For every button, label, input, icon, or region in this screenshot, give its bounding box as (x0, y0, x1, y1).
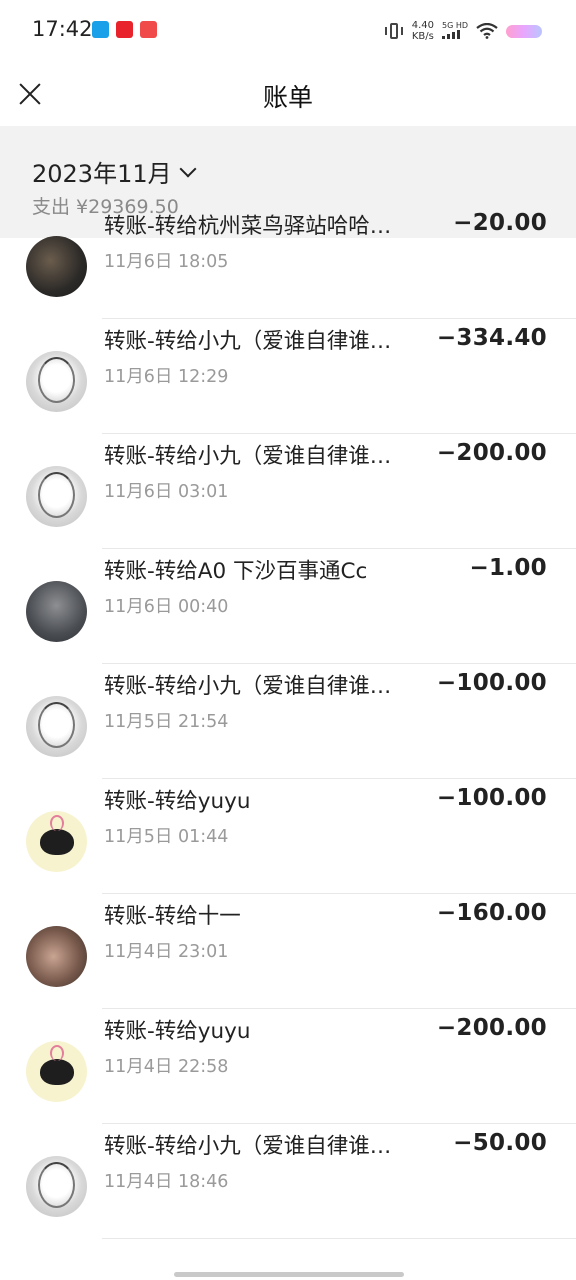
transaction-name: 转账-转给A0 下沙百事通Cc (104, 559, 368, 584)
transaction-date: 11月6日 03:01 (104, 482, 229, 502)
avatar (26, 1041, 87, 1102)
avatar (26, 1156, 87, 1217)
transaction-row[interactable]: 转账-转给yuyu 11月4日 22:58 −200.00 (0, 1009, 576, 1124)
app-notification-icon (140, 21, 157, 38)
avatar (26, 466, 87, 527)
transaction-list: 转账-转给杭州菜鸟驿站哈哈… 11月6日 18:05 −20.00 转账-转给小九（爱… (0, 210, 576, 1239)
transaction-row[interactable]: 转账-转给A0 下沙百事通Cc 11月6日 00:40 −1.00 (0, 549, 576, 664)
transaction-date: 11月6日 18:05 (104, 252, 229, 272)
transaction-date: 11月4日 22:58 (104, 1057, 229, 1077)
top-bar: 账单 (0, 60, 576, 126)
transaction-row[interactable]: 转账-转给小九（爱谁自律谁… 11月6日 03:01 −200.00 (0, 434, 576, 549)
transaction-row[interactable]: 转账-转给小九（爱谁自律谁… 11月6日 12:29 −334.40 (0, 319, 576, 434)
chevron-down-icon (179, 160, 197, 177)
transaction-date: 11月4日 18:46 (104, 1172, 229, 1192)
page-title: 账单 (262, 83, 313, 112)
transaction-row[interactable]: 转账-转给小九（爱谁自律谁… 11月5日 21:54 −100.00 (0, 664, 576, 779)
month-label: 2023年11月 (32, 160, 172, 188)
home-indicator[interactable] (174, 1272, 404, 1277)
month-selector[interactable]: 2023年11月 (32, 154, 197, 189)
avatar (26, 811, 87, 872)
transaction-date: 11月4日 23:01 (104, 942, 229, 962)
avatar (26, 351, 87, 412)
transaction-date: 11月5日 01:44 (104, 827, 229, 847)
transaction-name: 转账-转给小九（爱谁自律谁… (104, 329, 392, 354)
signal-label: 5G HD (441, 21, 468, 30)
transaction-amount: −20.00 (453, 210, 547, 236)
transaction-amount: −334.40 (436, 325, 547, 351)
signal-bars-icon (441, 30, 460, 39)
network-speed-unit: KB/s (411, 31, 434, 42)
transaction-row[interactable]: 转账-转给小九（爱谁自律谁… 11月4日 18:46 −50.00 (0, 1124, 576, 1239)
transaction-name: 转账-转给十一 (104, 904, 241, 929)
transaction-name: 转账-转给杭州菜鸟驿站哈哈… (104, 214, 392, 239)
status-time: 17:42 (32, 17, 93, 41)
transaction-amount: −160.00 (436, 900, 547, 926)
transaction-date: 11月5日 21:54 (104, 712, 229, 732)
vibrate-icon (384, 23, 404, 39)
signal-indicator: 5G HD (441, 21, 468, 41)
transaction-name: 转账-转给小九（爱谁自律谁… (104, 1134, 392, 1159)
status-bar: 17:42 4.40 KB/s 5G HD (0, 0, 576, 60)
avatar (26, 696, 87, 757)
transaction-amount: −100.00 (436, 785, 547, 811)
avatar (26, 926, 87, 987)
wifi-icon (476, 23, 498, 39)
transaction-name: 转账-转给yuyu (104, 1019, 251, 1044)
avatar (26, 236, 87, 297)
transaction-amount: −200.00 (436, 1015, 547, 1041)
transaction-amount: −200.00 (436, 440, 547, 466)
transaction-name: 转账-转给小九（爱谁自律谁… (104, 444, 392, 469)
app-notification-icon (92, 21, 109, 38)
network-speed: 4.40 KB/s (412, 20, 434, 42)
transaction-date: 11月6日 00:40 (104, 597, 229, 617)
transaction-amount: −50.00 (453, 1130, 547, 1156)
transaction-name: 转账-转给小九（爱谁自律谁… (104, 674, 392, 699)
transaction-row[interactable]: 转账-转给yuyu 11月5日 01:44 −100.00 (0, 779, 576, 894)
network-speed-value: 4.40 (411, 20, 434, 31)
transaction-name: 转账-转给yuyu (104, 789, 251, 814)
transaction-date: 11月6日 12:29 (104, 367, 229, 387)
battery-icon (506, 24, 542, 38)
transaction-row[interactable]: 转账-转给杭州菜鸟驿站哈哈… 11月6日 18:05 −20.00 (0, 204, 576, 319)
app-notification-icon (116, 21, 133, 38)
transaction-amount: −1.00 (469, 555, 547, 581)
transaction-row[interactable]: 转账-转给十一 11月4日 23:01 −160.00 (0, 894, 576, 1009)
avatar (26, 581, 87, 642)
transaction-amount: −100.00 (436, 670, 547, 696)
